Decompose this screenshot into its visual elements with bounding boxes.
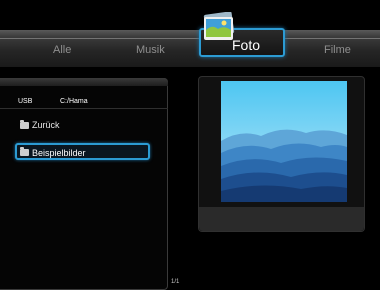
tab-alle[interactable]: Alle <box>53 44 71 56</box>
preview-image <box>221 81 347 202</box>
folder-icon <box>20 119 29 129</box>
folder-icon <box>20 147 29 156</box>
current-path: C:/Hama <box>60 98 88 105</box>
folder-label: Beispielbilder <box>32 147 86 158</box>
tab-musik[interactable]: Musik <box>136 44 165 56</box>
folder-item-beispielbilder[interactable]: Beispielbilder <box>20 147 86 158</box>
file-browser-panel <box>0 78 168 290</box>
photo-icon <box>203 12 235 40</box>
file-browser-header <box>0 78 168 86</box>
page-indicator: 1/1 <box>171 279 180 285</box>
device-label: USB <box>18 98 33 105</box>
back-item[interactable]: Zurück <box>20 119 60 131</box>
tab-foto[interactable]: Foto <box>232 37 260 53</box>
tab-filme[interactable]: Filme <box>324 44 351 56</box>
back-label: Zurück <box>32 120 60 130</box>
divider <box>0 108 168 109</box>
preview-info-bar <box>199 207 364 231</box>
